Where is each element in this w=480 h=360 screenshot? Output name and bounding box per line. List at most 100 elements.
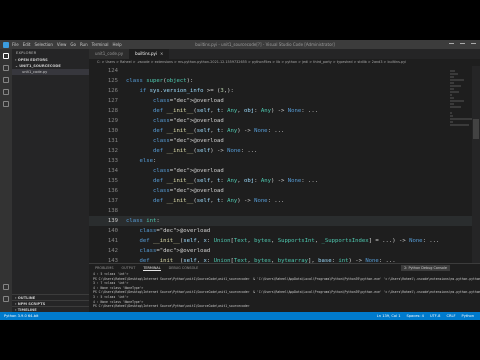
minimap-line xyxy=(450,103,455,105)
line-number: 124 xyxy=(107,68,118,74)
terminal-select[interactable]: 2: Python Debug Console xyxy=(401,265,450,271)
line-number: 128 xyxy=(107,108,118,114)
tab-terminal[interactable]: TERMINAL xyxy=(143,266,161,271)
line-number: 142 xyxy=(107,248,118,254)
close-tab-icon[interactable]: × xyxy=(160,49,163,59)
code-editor[interactable]: 124 125 class super(object): 126 if sys.ver… xyxy=(89,66,480,263)
menu-view[interactable]: View xyxy=(57,42,67,47)
line-number: 139 xyxy=(107,218,118,224)
scrollbar-thumb[interactable] xyxy=(473,119,479,139)
code-text: def __init__(self, t: Any, obj: Any) -> … xyxy=(152,178,319,184)
line-number: 132 xyxy=(107,148,118,154)
code-line[interactable]: 140 class="dec">@overload xyxy=(89,226,480,236)
code-line[interactable]: 132 def __init__(self) -> None: ... xyxy=(89,146,480,156)
code-line[interactable]: 139 class int: xyxy=(89,216,480,226)
bottom-panel: PROBLEMS OUTPUT TERMINAL DEBUG CONSOLE 2… xyxy=(89,263,480,312)
minimap-line xyxy=(450,79,464,81)
code-line[interactable]: 141 def __init__(self, x: Union[Text, by… xyxy=(89,236,480,246)
minimap[interactable] xyxy=(450,66,472,263)
code-text: def __init__(self, t: Any) -> None: ... xyxy=(152,198,285,204)
search-icon[interactable] xyxy=(3,65,9,71)
indentation[interactable]: Spaces: 4 xyxy=(407,314,424,318)
minimap-line xyxy=(450,76,455,78)
line-number: 138 xyxy=(107,208,118,214)
terminal-line: PS C:\Users\Raheel\Desktop\Internet Sour… xyxy=(93,304,250,309)
maximize-icon[interactable] xyxy=(460,42,465,47)
gear-icon[interactable] xyxy=(3,296,9,302)
vscode-window: File Edit Selection View Go Run Terminal… xyxy=(0,40,480,320)
explorer-icon[interactable] xyxy=(3,53,9,59)
editor-scrollbar[interactable] xyxy=(472,66,480,263)
code-text: class="dec">@overload xyxy=(152,188,224,194)
python-interpreter[interactable]: Python 3.9.0 64-bit xyxy=(0,314,38,318)
line-number: 140 xyxy=(107,228,118,234)
minimap-line xyxy=(450,88,455,90)
menu-selection[interactable]: Selection xyxy=(34,42,52,47)
language-mode[interactable]: Python xyxy=(462,314,474,318)
tab-unit1-code[interactable]: unit1_code.py xyxy=(89,49,130,59)
code-line[interactable]: 128 def __init__(self, t: Any, obj: Any)… xyxy=(89,106,480,116)
explorer-sidebar: EXPLORER › OPEN EDITORS ⌄ UNIT1_SOURCECO… xyxy=(12,49,89,312)
project-label: UNIT1_SOURCECODE xyxy=(19,64,61,68)
code-line[interactable]: 125 class super(object): xyxy=(89,76,480,86)
file-item[interactable]: unit1_code.py xyxy=(12,69,89,75)
run-debug-icon[interactable] xyxy=(3,89,9,95)
minimap-line xyxy=(450,121,454,123)
cursor-position[interactable]: Ln 139, Col 1 xyxy=(377,314,401,318)
tab-builtins[interactable]: builtins.pyi × xyxy=(129,49,170,59)
line-number: 137 xyxy=(107,198,118,204)
line-number: 126 xyxy=(107,88,118,94)
code-text: class="dec">@overload xyxy=(152,138,224,144)
open-editors-label: OPEN EDITORS xyxy=(17,58,48,62)
minimap-line xyxy=(450,73,458,75)
code-line[interactable]: 130 def __init__(self, t: Any) -> None: … xyxy=(89,126,480,136)
code-line[interactable]: 126 if sys.version_info >= (3,): xyxy=(89,86,480,96)
line-ending[interactable]: CRLF xyxy=(446,314,455,318)
title-bar: File Edit Selection View Go Run Terminal… xyxy=(0,40,480,49)
status-right: Ln 139, Col 1 Spaces: 4 UTF-8 CRLF Pytho… xyxy=(377,314,480,318)
breadcrumb[interactable]: C: > Users > Raheel > .vscode > extensio… xyxy=(89,59,480,66)
menu-edit[interactable]: Edit xyxy=(23,42,31,47)
menu-go[interactable]: Go xyxy=(70,42,76,47)
code-line[interactable]: 143 def __init__(self, x: Union[Text, by… xyxy=(89,256,480,263)
code-line[interactable]: 142 class="dec">@overload xyxy=(89,246,480,256)
code-line[interactable]: 138 xyxy=(89,206,480,216)
code-text: class="dec">@overload xyxy=(152,118,224,124)
code-line[interactable]: 134 class="dec">@overload xyxy=(89,166,480,176)
menu-file[interactable]: File xyxy=(12,42,19,47)
line-number: 131 xyxy=(107,138,118,144)
minimap-line xyxy=(450,118,472,120)
status-bar: Python 3.9.0 64-bit Ln 139, Col 1 Spaces… xyxy=(0,312,480,320)
terminal-output[interactable]: 4 : 5 <class 'int'> PS C:\Users\Raheel\De… xyxy=(89,272,480,313)
minimap-line xyxy=(450,70,455,72)
tab-debug-console[interactable]: DEBUG CONSOLE xyxy=(169,266,199,270)
tab-problems[interactable]: PROBLEMS xyxy=(95,266,114,270)
code-text: if sys.version_info >= (3,): xyxy=(139,88,234,94)
code-line[interactable]: 135 def __init__(self, t: Any, obj: Any)… xyxy=(89,176,480,186)
code-line[interactable]: 129 class="dec">@overload xyxy=(89,116,480,126)
code-line[interactable]: 131 class="dec">@overload xyxy=(89,136,480,146)
menu-run[interactable]: Run xyxy=(80,42,88,47)
encoding[interactable]: UTF-8 xyxy=(430,314,440,318)
line-number: 130 xyxy=(107,128,118,134)
menu-terminal[interactable]: Terminal xyxy=(92,42,109,47)
code-line[interactable]: 124 xyxy=(89,66,480,76)
close-icon[interactable] xyxy=(471,42,476,47)
line-number: 125 xyxy=(107,78,118,84)
tab-label: unit1_code.py xyxy=(95,51,124,56)
code-line[interactable]: 133 else: xyxy=(89,156,480,166)
outline-label: OUTLINE xyxy=(17,296,36,300)
code-line[interactable]: 136 class="dec">@overload xyxy=(89,186,480,196)
minimize-icon[interactable] xyxy=(449,42,454,47)
code-text: else: xyxy=(139,158,157,164)
code-line[interactable]: 127 class="dec">@overload xyxy=(89,96,480,106)
menu-help[interactable]: Help xyxy=(113,42,122,47)
account-icon[interactable] xyxy=(3,284,9,290)
extensions-icon[interactable] xyxy=(3,101,9,107)
source-control-icon[interactable] xyxy=(3,77,9,83)
code-line[interactable]: 137 def __init__(self, t: Any) -> None: … xyxy=(89,196,480,206)
line-number: 141 xyxy=(107,238,118,244)
line-number: 133 xyxy=(107,158,118,164)
code-text: def __init__(self, x: Union[Text, bytes,… xyxy=(139,258,396,263)
tab-output[interactable]: OUTPUT xyxy=(122,266,136,270)
